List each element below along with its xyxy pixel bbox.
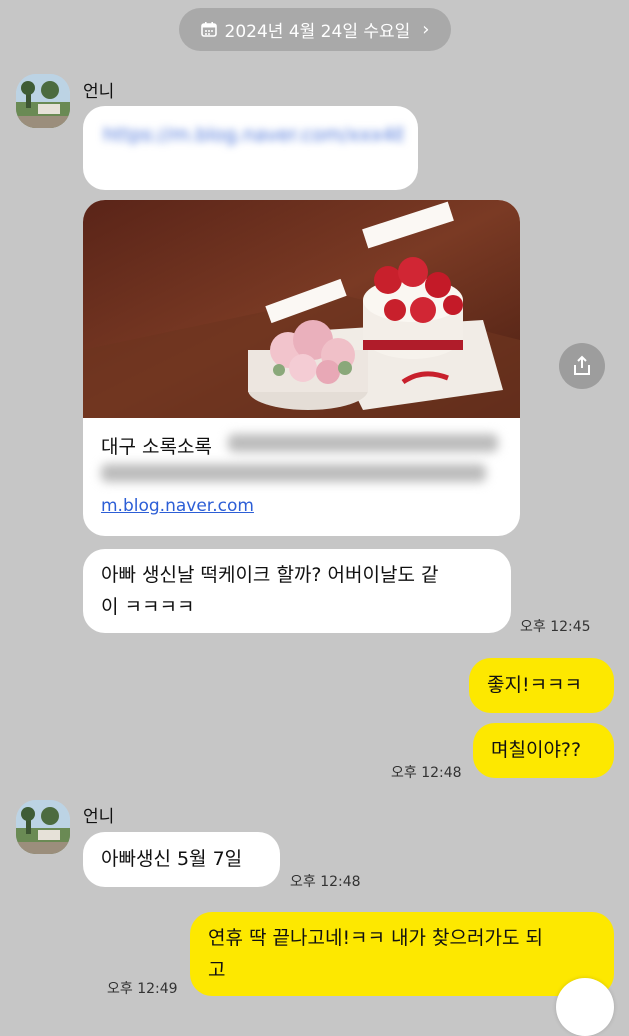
card-blurred-desc	[228, 434, 498, 452]
card-title: 대구 소록소록	[101, 436, 212, 458]
message-bubble[interactable]: 아빠 생신날 떡케이크 할까? 어버이날도 같 이 ㅋㅋㅋㅋ	[83, 549, 511, 633]
sender-name: 언니	[83, 82, 115, 102]
message-time: 오후 12:48	[290, 874, 361, 890]
scroll-down-button[interactable]	[556, 978, 614, 1036]
message-text: 아빠생신 5월 7일	[101, 848, 243, 870]
link-message[interactable]: https://m.blog.naver.com/xxx482001234628…	[83, 106, 418, 190]
message-line: 연휴 딱 끝나고네!ㅋㅋ 내가 찾으러가도 되	[208, 927, 543, 949]
avatar[interactable]	[16, 74, 70, 128]
card-blurred-desc-2	[101, 464, 486, 482]
blurred-link-text: https://m.blog.naver.com/xxx482001234628…	[103, 124, 403, 146]
message-time: 오후 12:49	[107, 981, 178, 997]
card-domain-link[interactable]: m.blog.naver.com	[101, 496, 254, 516]
avatar[interactable]	[16, 800, 70, 854]
message-line: 이 ㅋㅋㅋㅋ	[101, 596, 195, 618]
message-line: 고	[208, 959, 226, 981]
message-time: 오후 12:48	[391, 765, 462, 781]
message-text: 좋지!ㅋㅋㅋ	[487, 674, 583, 696]
sender-name: 언니	[83, 807, 115, 827]
date-divider[interactable]: 2024년 4월 24일 수요일 ›	[179, 8, 451, 51]
link-preview-card[interactable]: 대구 소록소록 m.blog.naver.com	[83, 200, 520, 536]
calendar-icon	[200, 22, 217, 37]
message-text: 며칠이야??	[491, 739, 582, 761]
message-bubble[interactable]: 아빠생신 5월 7일	[83, 832, 280, 887]
my-message-bubble[interactable]: 좋지!ㅋㅋㅋ	[469, 658, 614, 713]
link-preview-image	[83, 200, 520, 418]
share-button[interactable]	[559, 343, 605, 389]
message-time: 오후 12:45	[520, 619, 591, 635]
message-line: 아빠 생신날 떡케이크 할까? 어버이날도 같	[101, 564, 439, 586]
share-icon	[574, 355, 590, 375]
my-message-bubble[interactable]: 며칠이야??	[473, 723, 614, 778]
date-label: 2024년 4월 24일 수요일	[224, 22, 411, 42]
chevron-right-icon: ›	[422, 19, 430, 40]
my-message-bubble[interactable]: 연휴 딱 끝나고네!ㅋㅋ 내가 찾으러가도 되 고	[190, 912, 614, 996]
